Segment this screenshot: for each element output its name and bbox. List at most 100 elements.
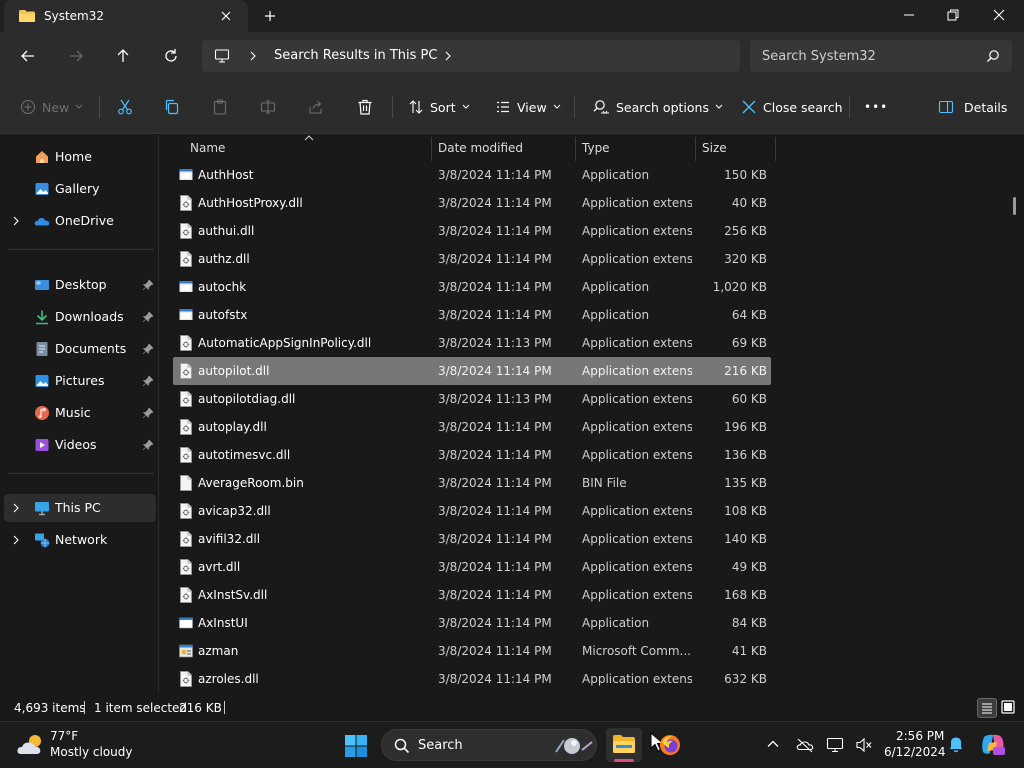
sidebar-item-this-pc[interactable]: This PC [4,494,156,522]
sidebar-item-home[interactable]: Home [4,143,156,171]
file-row[interactable]: azman 3/8/2024 11:14 PM Microsoft Comm... 4… [173,637,771,665]
search-icon[interactable] [986,49,1000,63]
file-explorer-taskbar-button[interactable] [606,728,642,762]
file-row[interactable]: autoplay.dll 3/8/2024 11:14 PM Application… [173,413,771,441]
column-divider[interactable] [775,137,776,161]
dll-file-icon [180,251,192,267]
forward-icon[interactable] [66,46,86,66]
vertical-scrollbar-thumb[interactable] [1013,197,1016,215]
sidebar-item-music[interactable]: Music [4,399,156,427]
refresh-icon[interactable] [161,46,181,66]
file-row[interactable]: azroles.dll 3/8/2024 11:14 PM Application … [173,665,771,693]
weather-temperature[interactable]: 77°F [50,729,78,743]
close-window-icon[interactable] [992,8,1006,22]
sort-button[interactable]: Sort [408,97,470,117]
pin-icon[interactable] [142,311,154,323]
weather-description[interactable]: Mostly cloudy [50,745,133,759]
chevron-right-icon[interactable] [443,50,453,62]
display-icon[interactable] [826,737,844,753]
cut-button[interactable] [116,97,134,117]
file-row[interactable]: AuthHost 3/8/2024 11:14 PM Application 150 … [173,161,771,189]
file-row[interactable]: authz.dll 3/8/2024 11:14 PM Application ex… [173,245,771,273]
column-header-size[interactable]: Size [702,141,727,155]
breadcrumb[interactable]: Search Results in This PC [274,48,437,63]
chevron-right-icon[interactable] [248,50,258,62]
file-row[interactable]: avicap32.dll 3/8/2024 11:14 PM Application… [173,497,771,525]
tiles-view-button[interactable] [999,698,1019,718]
new-button[interactable]: New [20,97,83,117]
pin-icon[interactable] [142,279,154,291]
sidebar-item-onedrive[interactable]: OneDrive [4,207,156,235]
notification-bell-icon[interactable] [948,735,964,753]
sidebar-item-desktop[interactable]: Desktop [4,271,156,299]
file-row[interactable]: autofstx 3/8/2024 11:14 PM Application 64 K… [173,301,771,329]
onedrive-offline-icon[interactable] [796,737,814,753]
clock-date[interactable]: 6/12/2024 [884,745,946,759]
file-row[interactable]: autopilot.dll 3/8/2024 11:14 PM Applicatio… [173,357,771,385]
column-divider[interactable] [431,137,432,161]
sidebar-item-pictures[interactable]: Pictures [4,367,156,395]
windows-start-icon[interactable] [344,734,368,758]
rename-button[interactable] [259,97,277,117]
share-button[interactable] [307,97,325,117]
chevron-up-icon[interactable] [766,737,780,751]
firefox-taskbar-button[interactable] [652,728,688,762]
column-divider[interactable] [695,137,696,161]
pin-icon[interactable] [142,343,154,355]
file-row[interactable]: avifil32.dll 3/8/2024 11:14 PM Application… [173,525,771,553]
taskbar-search-box[interactable]: Search [381,729,597,761]
file-row[interactable]: autotimesvc.dll 3/8/2024 11:14 PM Applicat… [173,441,771,469]
column-header-name[interactable]: Name [190,141,225,155]
file-row[interactable]: AuthHostProxy.dll 3/8/2024 11:14 PM Applic… [173,189,771,217]
sidebar-item-downloads[interactable]: Downloads [4,303,156,331]
close-search-button[interactable]: Close search [741,97,843,117]
pin-icon[interactable] [142,407,154,419]
new-tab-icon[interactable] [262,8,278,24]
search-box[interactable] [750,40,1012,72]
column-header-date[interactable]: Date modified [438,141,523,155]
sidebar-item-videos[interactable]: Videos [4,431,156,459]
back-icon[interactable] [18,46,38,66]
pin-icon[interactable] [142,375,154,387]
file-row[interactable]: authui.dll 3/8/2024 11:14 PM Application e… [173,217,771,245]
cloudy-weather-icon[interactable] [16,732,46,758]
sidebar-item-gallery[interactable]: Gallery [4,175,156,203]
copy-button[interactable] [163,97,181,117]
sidebar-item-network[interactable]: Network [4,526,156,554]
chevron-right-icon[interactable] [12,534,20,546]
volume-muted-icon[interactable] [855,737,873,753]
address-bar[interactable]: Search Results in This PC [202,40,740,72]
chevron-right-icon[interactable] [12,502,20,514]
restore-icon[interactable] [946,8,960,22]
file-row[interactable]: autopilotdiag.dll 3/8/2024 11:13 PM Applic… [173,385,771,413]
chevron-right-icon[interactable] [12,215,20,227]
search-options-button[interactable]: Search options [592,97,723,117]
up-icon[interactable] [113,46,133,66]
file-row[interactable]: autochk 3/8/2024 11:14 PM Application 1,020… [173,273,771,301]
copilot-icon[interactable] [980,733,1006,757]
window-tab[interactable]: System32 [4,0,248,32]
file-row[interactable]: AverageRoom.bin 3/8/2024 11:14 PM BIN File… [173,469,771,497]
column-divider[interactable] [575,137,576,161]
clock-time[interactable]: 2:56 PM [896,729,944,743]
more-options-button[interactable]: ••• [864,97,888,117]
file-name: autochk [198,280,247,294]
file-size: 64 KB [731,308,767,322]
file-row[interactable]: AxInstSv.dll 3/8/2024 11:14 PM Application… [173,581,771,609]
file-row[interactable]: AutomaticAppSignInPolicy.dll 3/8/2024 11:… [173,329,771,357]
search-input[interactable] [762,47,972,65]
minimize-icon[interactable] [902,8,916,22]
details-view-button[interactable] [977,698,997,718]
delete-button[interactable] [356,97,374,117]
file-row[interactable]: avrt.dll 3/8/2024 11:14 PM Application ext… [173,553,771,581]
file-row[interactable]: AxInstUI 3/8/2024 11:14 PM Application 84 K… [173,609,771,637]
paste-button[interactable] [211,97,229,117]
close-tab-icon[interactable] [218,8,234,24]
details-button[interactable]: Details [938,97,1007,117]
title-bar: System32 [0,0,1024,32]
sidebar-item-documents[interactable]: Documents [4,335,156,363]
application-icon [179,169,193,180]
view-button[interactable]: View [495,97,561,117]
pin-icon[interactable] [142,439,154,451]
column-header-type[interactable]: Type [582,141,610,155]
